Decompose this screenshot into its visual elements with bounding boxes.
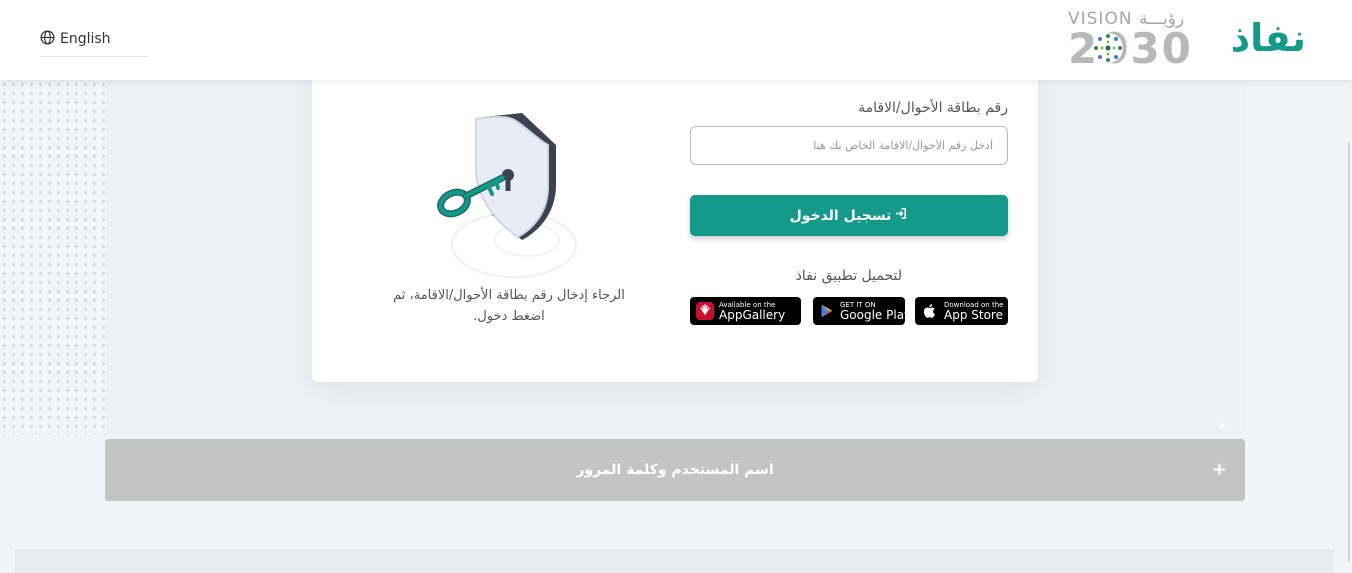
vision-emblem-icon (1093, 33, 1123, 63)
googleplay-big-text: Google Play (840, 307, 912, 322)
footer-bar (15, 550, 1334, 573)
appgallery-big-text: AppGallery (719, 307, 786, 322)
vision-2030-logo: VISION رؤيـــة 2030 (1068, 6, 1200, 73)
download-app-label: لتحميل تطبيق نفاذ (795, 268, 902, 284)
login-button[interactable]: تسجيل الدخول (690, 195, 1008, 236)
plus-icon[interactable]: + (1212, 459, 1227, 480)
language-switch[interactable]: English (40, 22, 148, 57)
appstore-badge[interactable]: Download on the App Store (915, 297, 1008, 325)
globe-icon (40, 30, 55, 49)
googleplay-badge[interactable]: GET IT ON Google Play (813, 297, 911, 325)
id-number-input[interactable] (690, 126, 1008, 165)
nafath-logo: نفاذ (1230, 16, 1306, 60)
right-edge-area (1245, 80, 1352, 435)
login-instructions: الرجاء إدخال رقم بطاقة الأحوال/الاقامة، … (393, 288, 625, 324)
appstore-big-text: App Store (944, 307, 1003, 322)
vision-logo-year: 2030 (1068, 24, 1193, 73)
apple-icon (921, 302, 939, 320)
scrollbar-track[interactable] (1348, 142, 1350, 562)
id-number-label: رقم بطاقة الأحوال/الاقامة (858, 100, 1008, 116)
shield-key-illustration (432, 105, 592, 290)
language-label: English (60, 31, 111, 47)
world-dot-map-decoration (0, 80, 105, 435)
login-arrow-icon (895, 207, 908, 224)
appgallery-badge[interactable]: Available on the AppGallery (690, 297, 801, 325)
login-card: الرجاء إدخال رقم بطاقة الأحوال/الاقامة، … (312, 70, 1038, 382)
google-play-icon (819, 302, 835, 320)
accordion-title: اسم المستخدم وكلمة المرور (576, 462, 774, 478)
site-header: English VISION رؤيـــة 2030 نفاذ (0, 0, 1352, 80)
collapse-caret-icon: ▲ (1219, 420, 1226, 430)
login-button-label: تسجيل الدخول (789, 207, 892, 224)
huawei-icon (696, 302, 714, 320)
username-password-accordion[interactable]: اسم المستخدم وكلمة المرور + (105, 439, 1245, 501)
